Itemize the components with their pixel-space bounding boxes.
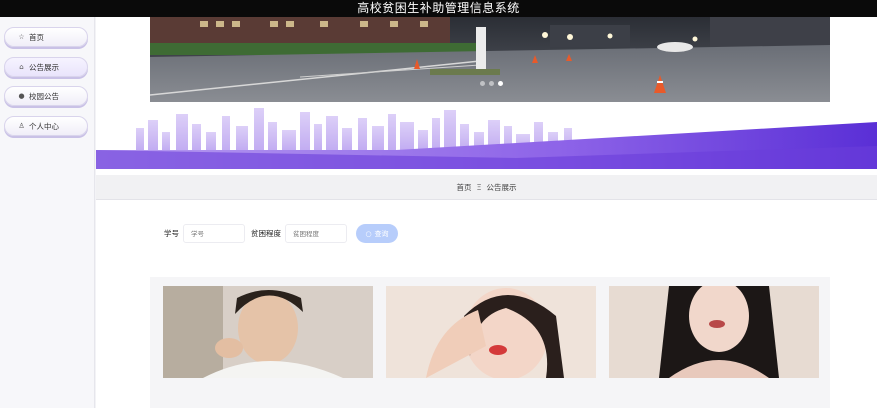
- user-icon: ♙: [18, 122, 25, 130]
- search-bar: 学号 贫困程度 ○ 查询: [164, 224, 398, 243]
- announcement-card[interactable]: [386, 286, 596, 378]
- info-icon: ●: [18, 92, 25, 100]
- star-icon: ☆: [18, 33, 25, 41]
- card-image-portrait-2: [386, 286, 596, 378]
- announcement-card[interactable]: [609, 286, 819, 378]
- card-image-portrait-1: [163, 286, 373, 378]
- app-title: 高校贫困生补助管理信息系统: [357, 1, 520, 15]
- carousel-dot-active[interactable]: [498, 81, 503, 86]
- announcement-card-grid: [150, 277, 830, 408]
- student-id-input[interactable]: [183, 224, 245, 243]
- breadcrumb-current: 公告展示: [486, 182, 517, 192]
- search-icon: ○: [365, 229, 372, 238]
- main-content: 首页 Ξ 公告展示 学号 贫困程度 ○ 查询: [96, 17, 877, 408]
- carousel-dots: [480, 81, 503, 86]
- bag-icon: ⌂: [19, 63, 24, 71]
- sidebar-item-label: 校园公告: [29, 91, 59, 101]
- poverty-level-label: 贫困程度: [251, 229, 281, 238]
- student-id-label: 学号: [164, 229, 179, 238]
- search-button-label: 查询: [374, 229, 389, 238]
- breadcrumb: 首页 Ξ 公告展示: [96, 175, 877, 200]
- breadcrumb-home[interactable]: 首页: [456, 182, 471, 193]
- title-bar: 高校贫困生补助管理信息系统: [0, 0, 877, 17]
- sidebar: ☆ 首页 ⌂ 公告展示 ● 校园公告 ♙ 个人中心: [0, 17, 95, 408]
- sidebar-item-campus-notice[interactable]: ● 校园公告: [4, 86, 88, 106]
- city-skyline-banner: [96, 108, 877, 169]
- card-image-portrait-3: [609, 286, 819, 378]
- poverty-level-input[interactable]: [285, 224, 347, 243]
- sidebar-item-label: 个人中心: [29, 121, 59, 131]
- announcement-card[interactable]: [163, 286, 373, 378]
- sidebar-item-announcements[interactable]: ⌂ 公告展示: [4, 57, 88, 77]
- sidebar-item-label: 公告展示: [29, 62, 59, 72]
- carousel-dot[interactable]: [489, 81, 494, 86]
- carousel-image-campus-road: [150, 17, 830, 102]
- carousel-dot[interactable]: [480, 81, 485, 86]
- sidebar-item-label: 首页: [29, 32, 44, 42]
- breadcrumb-separator-icon: Ξ: [476, 182, 482, 192]
- search-button[interactable]: ○ 查询: [356, 224, 398, 243]
- sidebar-item-profile[interactable]: ♙ 个人中心: [4, 116, 88, 136]
- carousel[interactable]: [150, 17, 830, 102]
- sidebar-item-home[interactable]: ☆ 首页: [4, 27, 88, 47]
